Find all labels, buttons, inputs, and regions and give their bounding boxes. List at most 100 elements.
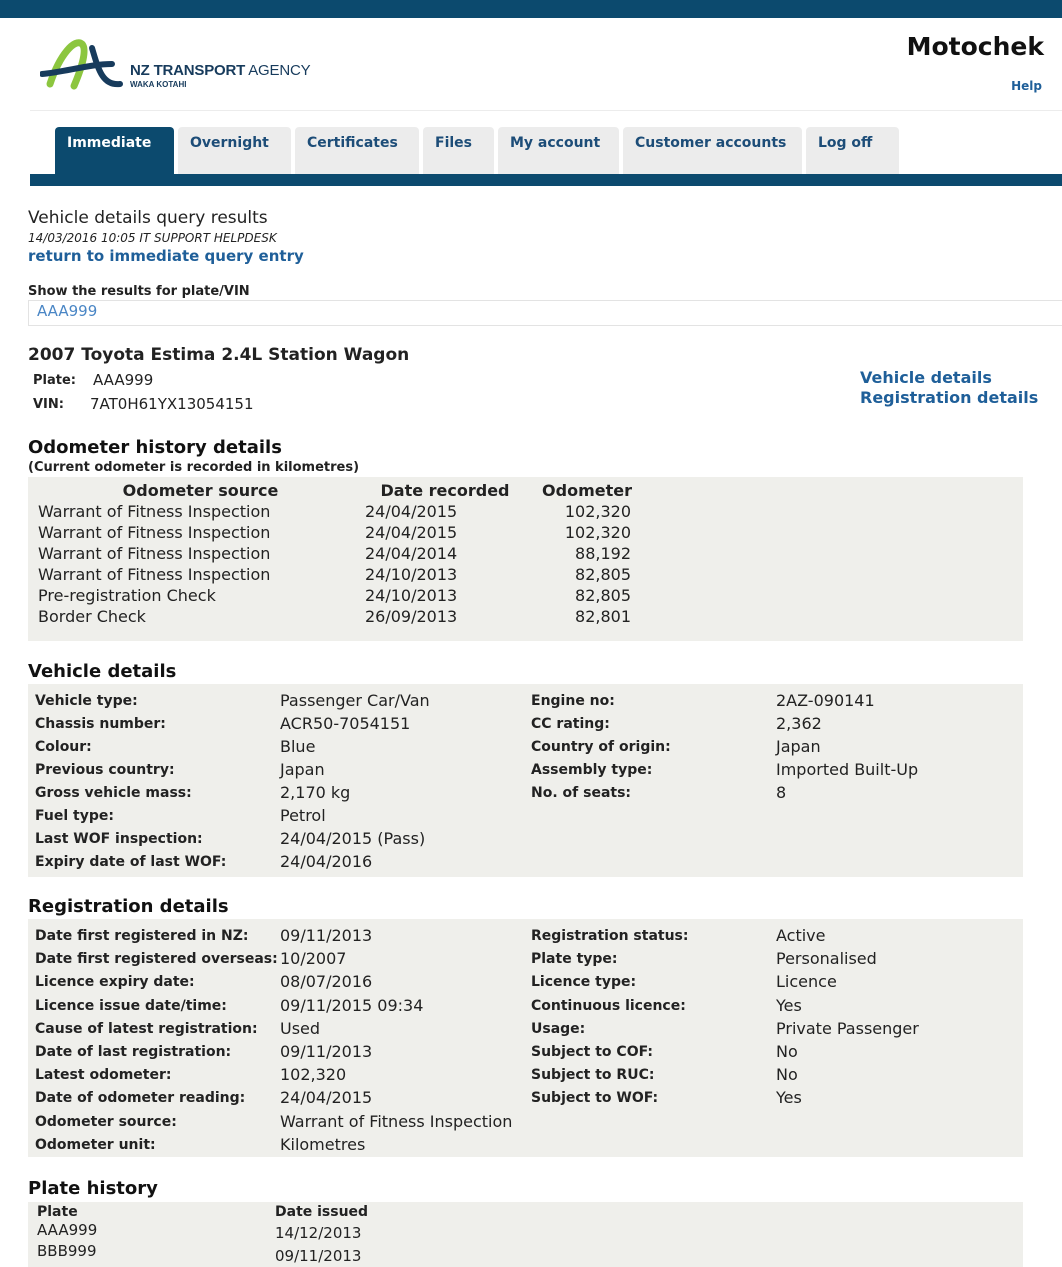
odometer-source-cell: Warrant of Fitness Inspection (38, 544, 271, 563)
field-label: Cause of latest registration: (35, 1020, 258, 1037)
vehicle-title: 2007 Toyota Estima 2.4L Station Wagon (28, 345, 410, 365)
field-value: Kilometres (280, 1134, 366, 1154)
date-recorded-cell: 24/04/2015 (365, 523, 458, 542)
tab-files[interactable]: Files (423, 127, 494, 175)
vehicle-details-link[interactable]: Vehicle details (860, 368, 992, 387)
field-label: Gross vehicle mass: (35, 785, 192, 801)
field-label: Vehicle type: (35, 693, 138, 709)
odometer-section-title: Odometer history details (28, 437, 282, 458)
table-row: Warrant of Fitness Inspection 24/04/2015 1… (37, 501, 632, 522)
field-label: Subject to COF: (531, 1044, 653, 1060)
odometer-value-cell: 82,801 (575, 607, 631, 626)
plate-vin-result-link[interactable]: AAA999 (37, 302, 97, 320)
field-label: Continuous licence: (531, 997, 686, 1014)
vin-label: VIN: (33, 397, 64, 412)
date-recorded-cell: 24/04/2014 (365, 544, 458, 563)
date-recorded-cell: 24/10/2013 (365, 586, 458, 605)
plate-history-plate: AAA999 (37, 1221, 98, 1239)
field-label: Expiry date of last WOF: (35, 854, 227, 870)
field-value: 2,362 (776, 714, 822, 733)
plate-history-date: 09/11/2013 (275, 1247, 362, 1265)
column-header-plate: Plate (37, 1204, 78, 1220)
field-label: Subject to WOF: (531, 1090, 659, 1107)
table-row: Warrant of Fitness Inspection 24/04/2015 1… (37, 522, 632, 543)
tab-immediate[interactable]: Immediate (55, 127, 174, 175)
field-value: Licence (776, 972, 837, 992)
registration-details-section-title: Registration details (28, 896, 229, 917)
field-value: Imported Built-Up (776, 760, 919, 779)
field-label: Subject to RUC: (531, 1067, 655, 1084)
field-label: Country of origin: (531, 739, 671, 755)
field-label: Usage: (531, 1020, 586, 1037)
field-value: Warrant of Fitness Inspection (280, 1111, 513, 1131)
odometer-table-panel: Odometer source Date recorded Odometer W… (28, 477, 1023, 641)
field-value: 24/04/2015 (Pass) (280, 829, 426, 848)
field-value: Petrol (280, 806, 326, 825)
registration-details-link[interactable]: Registration details (860, 388, 1038, 407)
field-value: Japan (776, 737, 821, 756)
field-value: Japan (280, 760, 325, 779)
odometer-value-cell: 82,805 (575, 586, 631, 605)
plate-history-date: 14/12/2013 (275, 1224, 362, 1242)
column-header-source: Odometer source (122, 481, 279, 500)
field-value: 09/11/2015 09:34 (280, 995, 424, 1015)
field-label: Odometer source: (35, 1113, 177, 1130)
odometer-value-cell: 82,805 (575, 565, 631, 584)
column-header-date-issued: Date issued (275, 1204, 369, 1220)
field-value: Yes (776, 1088, 802, 1108)
return-link[interactable]: return to immediate query entry (28, 247, 304, 265)
field-value: Personalised (776, 949, 877, 969)
odometer-source-cell: Warrant of Fitness Inspection (38, 502, 271, 521)
tab-certificates[interactable]: Certificates (295, 127, 419, 175)
tab-customer-accounts[interactable]: Customer accounts (623, 127, 802, 175)
top-banner-bar (0, 0, 1062, 18)
field-value: 08/07/2016 (280, 972, 373, 992)
field-value: 8 (776, 783, 787, 802)
vin-value: 7AT0H61YX13054151 (90, 395, 254, 413)
table-header-row: Odometer source Date recorded Odometer (37, 480, 632, 501)
plate-value: AAA999 (93, 371, 154, 389)
field-label: No. of seats: (531, 785, 632, 801)
odometer-note: (Current odometer is recorded in kilomet… (28, 460, 360, 475)
field-value: 24/04/2015 (280, 1088, 373, 1108)
field-label: Date of odometer reading: (35, 1090, 246, 1107)
field-value: Active (776, 926, 826, 945)
field-label: Fuel type: (35, 808, 114, 824)
field-value: 102,320 (280, 1065, 347, 1085)
field-value: Yes (776, 995, 802, 1015)
field-label: Licence expiry date: (35, 974, 195, 991)
field-value: No (776, 1065, 798, 1085)
column-header-odometer: Odometer (542, 481, 632, 500)
field-label: Date first registered overseas: (35, 951, 278, 968)
tab-overnight[interactable]: Overnight (178, 127, 291, 175)
field-value: Passenger Car/Van (280, 691, 430, 710)
query-subtitle: 14/03/2016 10:05 IT SUPPORT HELPDESK (28, 231, 277, 245)
query-title: Vehicle details query results (28, 208, 268, 228)
date-recorded-cell: 24/04/2015 (365, 502, 458, 521)
date-recorded-cell: 24/10/2013 (365, 565, 458, 584)
date-recorded-cell: 26/09/2013 (365, 607, 458, 626)
vehicle-details-panel (28, 684, 1023, 877)
field-value: Used (280, 1018, 321, 1038)
plate-history-plate: BBB999 (37, 1242, 97, 1260)
plate-history-panel (28, 1202, 1023, 1267)
odometer-source-cell: Warrant of Fitness Inspection (38, 565, 271, 584)
field-label: Engine no: (531, 693, 615, 709)
plate-history-section-title: Plate history (28, 1178, 158, 1199)
field-value: 10/2007 (280, 949, 347, 969)
org-subname: WAKA KOTAHI (130, 80, 187, 89)
tab-my-account[interactable]: My account (498, 127, 619, 175)
field-label: Assembly type: (531, 762, 653, 778)
table-row: Warrant of Fitness Inspection 24/10/2013 8… (37, 564, 632, 585)
page-header: NZ TRANSPORT AGENCY WAKA KOTAHI Motochek… (30, 18, 1062, 111)
field-value: Private Passenger (776, 1018, 919, 1038)
table-row: Border Check 26/09/2013 82,801 (37, 606, 632, 627)
field-label: Colour: (35, 739, 92, 755)
field-value: 24/04/2016 (280, 852, 373, 871)
help-link[interactable]: Help (1011, 79, 1042, 93)
tab-underline-bar (30, 174, 1062, 186)
field-value: 09/11/2013 (280, 1042, 373, 1061)
plate-label: Plate: (33, 373, 76, 388)
field-label: Last WOF inspection: (35, 831, 203, 847)
tab-log-off[interactable]: Log off (806, 127, 899, 175)
